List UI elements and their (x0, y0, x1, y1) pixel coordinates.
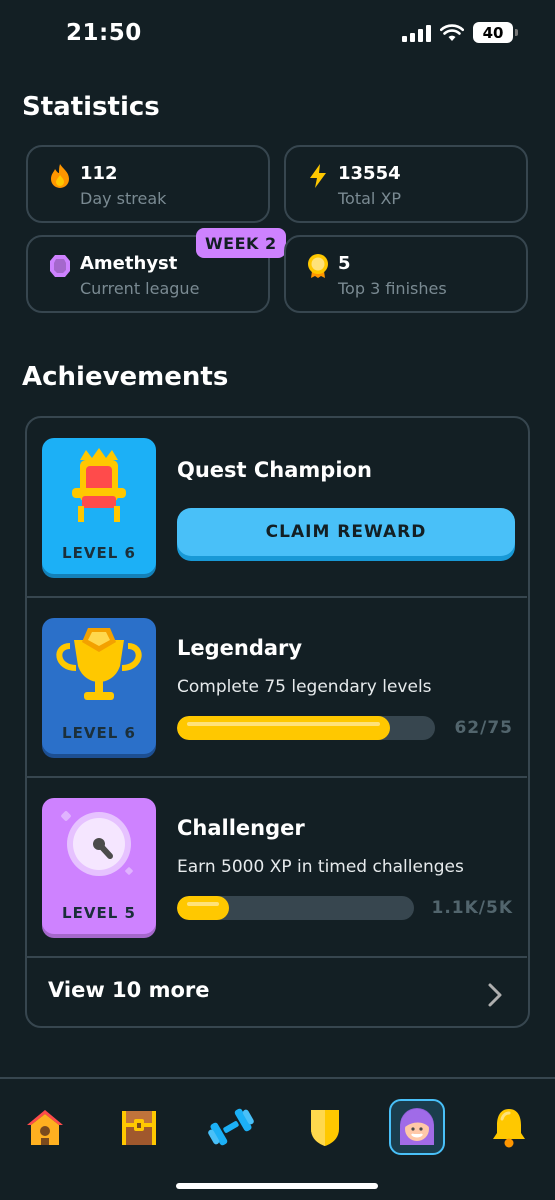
statistics-heading: Statistics (22, 92, 160, 122)
achievement-title: Challenger (177, 816, 305, 840)
progress-bar (177, 896, 414, 920)
week-badge: WEEK 2 (196, 228, 286, 258)
challenger-badge: LEVEL 5 (42, 798, 156, 934)
achievement-title: Legendary (177, 636, 303, 660)
nav-profile[interactable] (389, 1099, 445, 1155)
profile-avatar-icon (400, 1108, 434, 1145)
nav-home[interactable] (17, 1099, 73, 1155)
league-label: Current league (80, 279, 200, 298)
cellular-signal-icon (402, 24, 431, 42)
top3-value: 5 (338, 253, 351, 274)
stat-card-top3: 5 Top 3 finishes (284, 235, 528, 313)
progress-bar-fill (177, 896, 230, 920)
claim-reward-button[interactable]: CLAIM REWARD (177, 508, 515, 556)
profile-screen: 21:50 40 Statistics 112 Day streak 13554… (0, 0, 555, 1200)
home-icon (27, 1110, 63, 1145)
status-bar: 21:50 40 (0, 0, 555, 66)
achievements-heading: Achievements (22, 362, 229, 392)
shield-icon (311, 1110, 339, 1146)
treasure-chest-icon (122, 1111, 156, 1145)
bell-icon (493, 1109, 525, 1148)
badge-level: LEVEL 5 (62, 904, 136, 922)
quest-champion-badge: LEVEL 6 (42, 438, 156, 574)
stat-card-streak: 112 Day streak (26, 145, 270, 223)
chevron-right-icon[interactable] (484, 982, 506, 1008)
nav-chest[interactable] (111, 1099, 167, 1155)
trophy-icon (56, 628, 142, 700)
stat-card-total-xp: 13554 Total XP (284, 145, 528, 223)
throne-icon (72, 448, 126, 522)
achievement-challenger[interactable]: LEVEL 5 Challenger Earn 5000 XP in timed… (27, 778, 527, 958)
badge-level: LEVEL 6 (62, 544, 136, 562)
stopwatch-icon (61, 811, 133, 876)
achievement-quest-champion[interactable]: LEVEL 6 Quest Champion CLAIM REWARD (27, 418, 527, 598)
progress-bar (177, 716, 435, 740)
home-indicator (176, 1183, 378, 1189)
top3-label: Top 3 finishes (338, 279, 447, 298)
view-more-link[interactable]: View 10 more (48, 978, 209, 1002)
amethyst-gem-icon (50, 255, 70, 277)
total-xp-label: Total XP (338, 189, 402, 208)
achievements-list: LEVEL 6 Quest Champion CLAIM REWARD LEVE… (25, 416, 530, 1028)
achievement-legendary[interactable]: LEVEL 6 Legendary Complete 75 legendary … (27, 598, 527, 778)
lightning-icon (310, 164, 326, 188)
bottom-navigation (0, 1077, 555, 1200)
streak-label: Day streak (80, 189, 167, 208)
status-time: 21:50 (66, 20, 142, 46)
achievement-description: Complete 75 legendary levels (177, 677, 432, 697)
nav-practice[interactable] (203, 1099, 259, 1155)
battery-indicator: 40 (473, 22, 518, 43)
nav-notifications[interactable] (481, 1099, 537, 1155)
progress-bar-fill (177, 716, 391, 740)
league-value: Amethyst (80, 253, 178, 274)
progress-text: 62/75 (454, 718, 513, 738)
medal-icon (308, 254, 328, 278)
nav-leagues[interactable] (297, 1099, 353, 1155)
achievement-title: Quest Champion (177, 458, 372, 482)
achievement-description: Earn 5000 XP in timed challenges (177, 857, 464, 877)
wifi-icon (440, 23, 464, 41)
badge-level: LEVEL 6 (62, 724, 136, 742)
progress-text: 1.1K/5K (431, 898, 513, 918)
streak-value: 112 (80, 163, 118, 184)
dumbbell-icon (208, 1108, 254, 1146)
legendary-badge: LEVEL 6 (42, 618, 156, 754)
flame-icon (51, 164, 69, 188)
total-xp-value: 13554 (338, 163, 401, 184)
